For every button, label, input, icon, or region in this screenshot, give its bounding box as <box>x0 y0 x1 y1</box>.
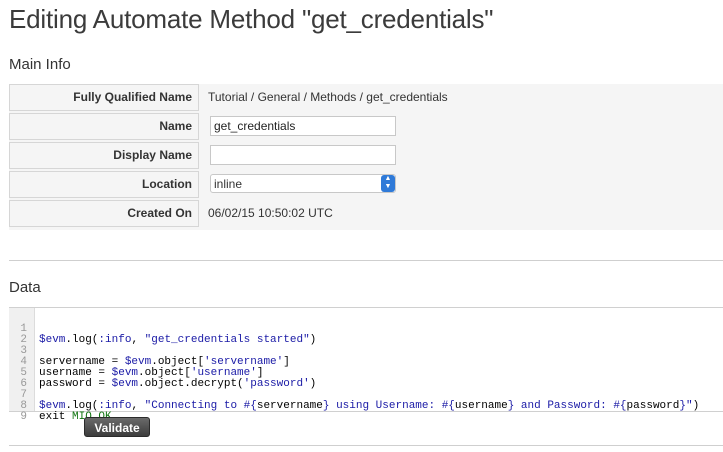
code-line: 5 password = $evm.object.decrypt('passwo… <box>9 357 316 390</box>
code-line: 4 username = $evm.object['username'] <box>9 346 263 379</box>
code-line: 1 $evm.log(:info, "get_credentials start… <box>9 313 316 346</box>
code-line: 3 servername = $evm.object['servername'] <box>9 335 289 368</box>
validate-button[interactable]: Validate <box>84 417 150 437</box>
data-section-title: Data <box>9 279 41 296</box>
section-divider <box>9 260 723 261</box>
created-on-label: Created On <box>9 200 199 227</box>
code-line: 9 <box>9 401 35 423</box>
bottom-divider <box>9 445 723 446</box>
fully-qualified-name-label: Fully Qualified Name <box>9 84 199 111</box>
created-on-value: 06/02/15 10:50:02 UTC <box>208 206 333 220</box>
display-name-label: Display Name <box>9 142 199 169</box>
code-line: 6 <box>9 368 35 390</box>
main-info-title: Main Info <box>9 56 71 73</box>
line-number: 9 <box>20 411 27 423</box>
fully-qualified-name-value: Tutorial / General / Methods / get_crede… <box>208 90 448 104</box>
line-code: $evm.log(:info, "get_credentials started… <box>39 334 317 346</box>
page-title: Editing Automate Method "get_credentials… <box>9 4 494 34</box>
row-created-on: Created On 06/02/15 10:50:02 UTC <box>9 200 723 227</box>
location-selected-value: inline <box>214 177 243 191</box>
location-label: Location <box>9 171 199 198</box>
row-location: Location inline ▲ ▼ <box>9 171 723 198</box>
name-label: Name <box>9 113 199 140</box>
select-updown-icon: ▲ ▼ <box>381 175 395 192</box>
row-fully-qualified-name: Fully Qualified Name Tutorial / General … <box>9 84 723 111</box>
main-info-form: Fully Qualified Name Tutorial / General … <box>9 84 723 230</box>
code-line: 7 $evm.log(:info, "Connecting to #{serve… <box>9 379 699 412</box>
line-code: password = $evm.object.decrypt('password… <box>39 378 317 390</box>
code-line: 8 exit MIQ_OK <box>9 390 111 423</box>
display-name-input[interactable] <box>210 145 396 165</box>
code-line: 2 <box>9 324 35 346</box>
row-display-name: Display Name <box>9 142 723 169</box>
row-name: Name <box>9 113 723 140</box>
location-select[interactable]: inline ▲ ▼ <box>210 174 396 193</box>
line-code: $evm.log(:info, "Connecting to #{servern… <box>39 400 700 412</box>
code-editor[interactable]: 1 $evm.log(:info, "get_credentials start… <box>9 307 723 423</box>
name-input[interactable] <box>210 116 396 136</box>
